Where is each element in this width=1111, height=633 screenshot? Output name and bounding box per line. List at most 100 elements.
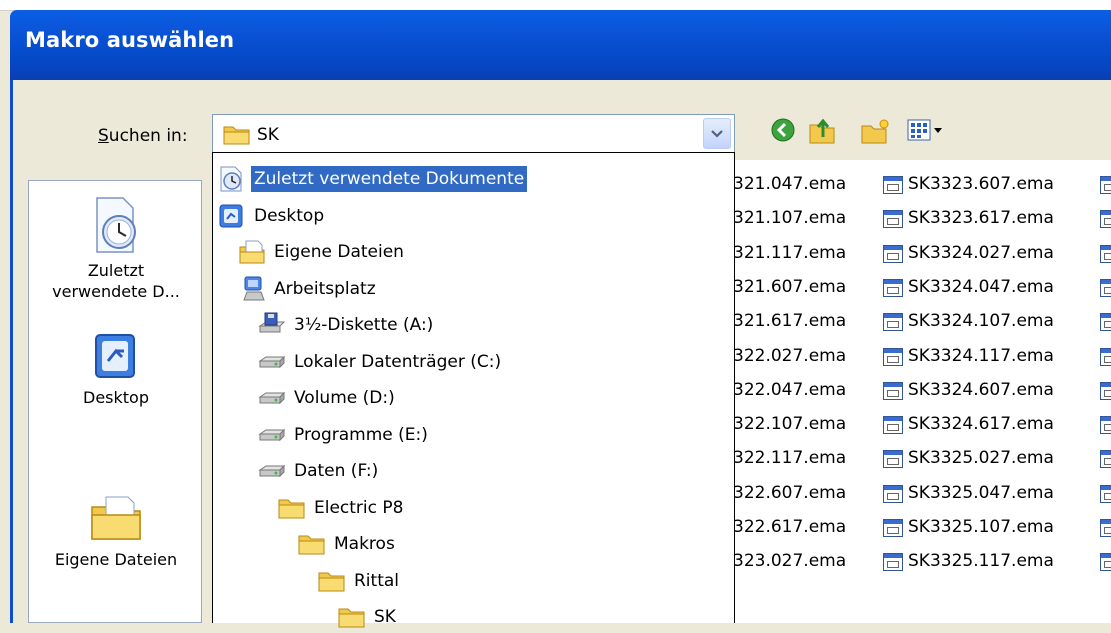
- dropdown-item[interactable]: Volume (D:): [257, 382, 398, 414]
- file-name: 322.117.ema: [733, 448, 847, 469]
- dropdown-item[interactable]: Arbeitsplatz: [237, 273, 379, 305]
- macro-file-icon[interactable]: [1100, 347, 1111, 366]
- dropdown-item-label: 3½-Diskette (A:): [294, 315, 434, 335]
- file-item[interactable]: SK3324.607.ema: [882, 373, 1054, 407]
- place-desktop[interactable]: Desktop: [29, 331, 203, 408]
- file-item[interactable]: 321.607.ema: [733, 270, 846, 304]
- macro-file-icon[interactable]: [1100, 553, 1111, 572]
- look-in-label-accesskey: S: [98, 126, 109, 146]
- up-folder-icon[interactable]: [808, 117, 838, 145]
- dropdown-item[interactable]: SK: [337, 601, 399, 633]
- file-item[interactable]: SK3324.117.ema: [882, 339, 1054, 373]
- macro-file-icon: [883, 244, 903, 263]
- macro-file-icon: [883, 278, 903, 297]
- place-label-line1: Zuletzt: [87, 261, 145, 280]
- my-documents-icon: [91, 496, 141, 540]
- views-menu-icon[interactable]: [906, 117, 948, 143]
- macro-file-icon[interactable]: [1100, 176, 1111, 194]
- file-item[interactable]: 322.617.ema: [733, 510, 846, 544]
- file-item[interactable]: 322.107.ema: [733, 407, 846, 441]
- dropdown-item[interactable]: Makros: [297, 528, 398, 560]
- file-item[interactable]: 321.047.ema: [733, 167, 846, 201]
- dropdown-item-label: Zuletzt verwendete Dokumente: [249, 165, 529, 193]
- file-name: SK3325.117.ema: [908, 551, 1054, 572]
- file-item[interactable]: 321.117.ema: [733, 236, 846, 270]
- macro-file-icon[interactable]: [1100, 244, 1111, 263]
- dropdown-item-label: Arbeitsplatz: [274, 278, 376, 299]
- macro-file-icon: [883, 519, 903, 537]
- file-item[interactable]: SK3324.107.ema: [882, 304, 1054, 338]
- file-name: 322.027.ema: [733, 345, 847, 366]
- file-name: 323.027.ema: [733, 551, 847, 572]
- file-item[interactable]: 322.607.ema: [733, 476, 846, 510]
- macro-file-icon: [883, 484, 903, 503]
- file-item[interactable]: SK3325.117.ema: [882, 544, 1054, 578]
- dropdown-item[interactable]: Lokaler Datenträger (C:): [257, 346, 504, 378]
- file-item[interactable]: SK3325.047.ema: [882, 476, 1054, 510]
- file-item[interactable]: 323.027.ema: [733, 544, 846, 578]
- look-in-combobox[interactable]: SK: [212, 114, 735, 153]
- dropdown-item[interactable]: Eigene Dateien: [237, 236, 407, 268]
- file-item[interactable]: SK3324.027.ema: [882, 236, 1054, 270]
- macro-file-icon[interactable]: [1100, 519, 1111, 537]
- macro-file-icon[interactable]: [1100, 381, 1111, 400]
- file-item[interactable]: 322.047.ema: [733, 373, 846, 407]
- hard-drive-icon: [258, 464, 286, 478]
- file-name: SK3323.607.ema: [908, 174, 1054, 194]
- dropdown-item[interactable]: Desktop: [217, 200, 327, 232]
- dropdown-item-label: Programme (E:): [294, 424, 428, 445]
- file-item[interactable]: 322.117.ema: [733, 441, 846, 475]
- file-item[interactable]: SK3325.027.ema: [882, 441, 1054, 475]
- macro-file-icon: [883, 347, 903, 366]
- dropdown-item[interactable]: Programme (E:): [257, 419, 431, 451]
- places-bar: Zuletzt verwendete D... Desktop Eigene D…: [28, 180, 202, 623]
- desktop-icon: [219, 204, 243, 227]
- macro-file-icon: [883, 381, 903, 400]
- desktop-icon: [95, 334, 135, 378]
- file-item[interactable]: 321.107.ema: [733, 201, 846, 235]
- recent-documents-icon: [220, 166, 242, 192]
- file-name: 321.117.ema: [733, 242, 847, 263]
- my-computer-icon: [243, 276, 265, 300]
- macro-file-icon[interactable]: [1100, 210, 1111, 229]
- file-item[interactable]: SK3323.617.ema: [882, 201, 1054, 235]
- dropdown-item-label: Eigene Dateien: [274, 242, 404, 262]
- dropdown-item-label: Volume (D:): [294, 388, 395, 408]
- folder-icon: [278, 499, 305, 518]
- file-name: SK3324.027.ema: [908, 242, 1054, 263]
- place-recent-documents[interactable]: Zuletzt verwendete D...: [29, 196, 203, 302]
- macro-file-icon[interactable]: [1100, 278, 1111, 297]
- place-my-documents[interactable]: Eigene Dateien: [29, 493, 203, 570]
- look-in-label: Suchen in:: [98, 126, 188, 146]
- look-in-dropdown-button[interactable]: [703, 118, 731, 149]
- macro-file-icon: [883, 553, 903, 572]
- dropdown-item[interactable]: Rittal: [317, 565, 402, 597]
- dropdown-item[interactable]: Electric P8: [277, 492, 406, 524]
- file-name: SK3325.047.ema: [908, 482, 1054, 503]
- look-in-value: SK: [257, 125, 279, 145]
- folder-icon: [318, 572, 345, 591]
- dropdown-item[interactable]: 3½-Diskette (A:): [257, 309, 436, 341]
- back-icon[interactable]: [770, 117, 796, 143]
- file-item[interactable]: SK3325.107.ema: [882, 510, 1054, 544]
- macro-file-icon[interactable]: [1100, 484, 1111, 503]
- macro-file-icon[interactable]: [1100, 450, 1111, 469]
- file-name: SK3325.027.ema: [908, 448, 1054, 469]
- dropdown-item[interactable]: Daten (F:): [257, 455, 381, 487]
- file-name: 321.607.ema: [733, 276, 847, 297]
- file-item[interactable]: SK3324.617.ema: [882, 407, 1054, 441]
- file-item[interactable]: 321.617.ema: [733, 304, 846, 338]
- place-label-line1: Eigene Dateien: [54, 550, 178, 569]
- folder-icon: [338, 608, 365, 628]
- look-in-label-text: uchen in:: [108, 126, 188, 146]
- macro-file-icon[interactable]: [1100, 416, 1111, 435]
- file-item[interactable]: SK3323.607.ema: [882, 167, 1054, 201]
- file-name: SK3324.617.ema: [908, 414, 1054, 435]
- file-item[interactable]: 322.027.ema: [733, 339, 846, 373]
- my-documents-icon: [239, 240, 265, 264]
- file-item[interactable]: SK3324.047.ema: [882, 270, 1054, 304]
- macro-file-icon[interactable]: [1100, 313, 1111, 332]
- dropdown-item[interactable]: Zuletzt verwendete Dokumente: [217, 163, 529, 195]
- new-folder-icon[interactable]: [860, 117, 892, 145]
- dropdown-item-label: SK: [374, 607, 396, 627]
